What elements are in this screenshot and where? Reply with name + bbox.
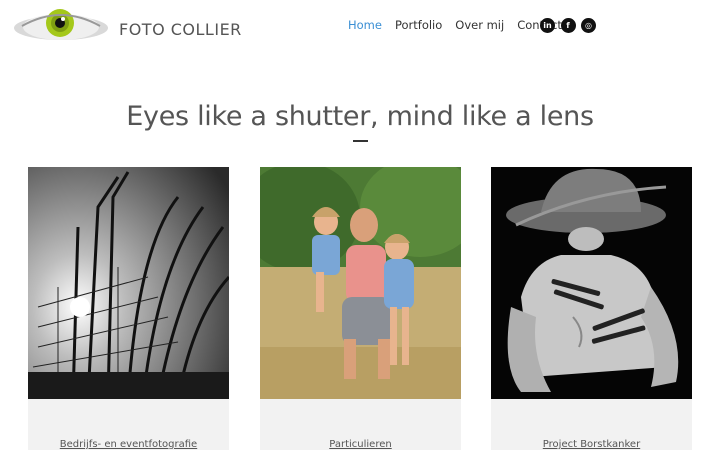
portrait-photo[interactable] bbox=[491, 167, 692, 399]
social-links: in f ◎ bbox=[540, 18, 602, 33]
portfolio-card-business[interactable]: Bedrijfs- en eventfotografie bbox=[28, 167, 229, 450]
nav-over-mij[interactable]: Over mij bbox=[455, 18, 504, 32]
site-header: FOTO COLLIER Home Portfolio Over mij Con… bbox=[0, 0, 720, 56]
portfolio-card-borstkanker[interactable]: Project Borstkanker bbox=[491, 167, 692, 450]
brand-name[interactable]: FOTO COLLIER bbox=[119, 20, 242, 39]
hero-title: Eyes like a shutter, mind like a lens bbox=[126, 101, 594, 132]
card-caption[interactable]: Project Borstkanker bbox=[491, 439, 692, 450]
linkedin-icon[interactable]: in bbox=[540, 18, 555, 33]
portfolio-card-particulieren[interactable]: Particulieren bbox=[260, 167, 461, 450]
facebook-icon[interactable]: f bbox=[560, 18, 576, 33]
nav-home[interactable]: Home bbox=[348, 18, 382, 32]
card-caption[interactable]: Bedrijfs- en eventfotografie bbox=[28, 439, 229, 450]
family-photo[interactable] bbox=[260, 167, 461, 399]
instagram-icon[interactable]: ◎ bbox=[581, 18, 596, 33]
industrial-photo[interactable] bbox=[28, 167, 229, 399]
nav-portfolio[interactable]: Portfolio bbox=[395, 18, 442, 32]
card-caption[interactable]: Particulieren bbox=[260, 439, 461, 450]
eye-logo[interactable] bbox=[12, 6, 110, 46]
title-divider bbox=[353, 140, 368, 142]
